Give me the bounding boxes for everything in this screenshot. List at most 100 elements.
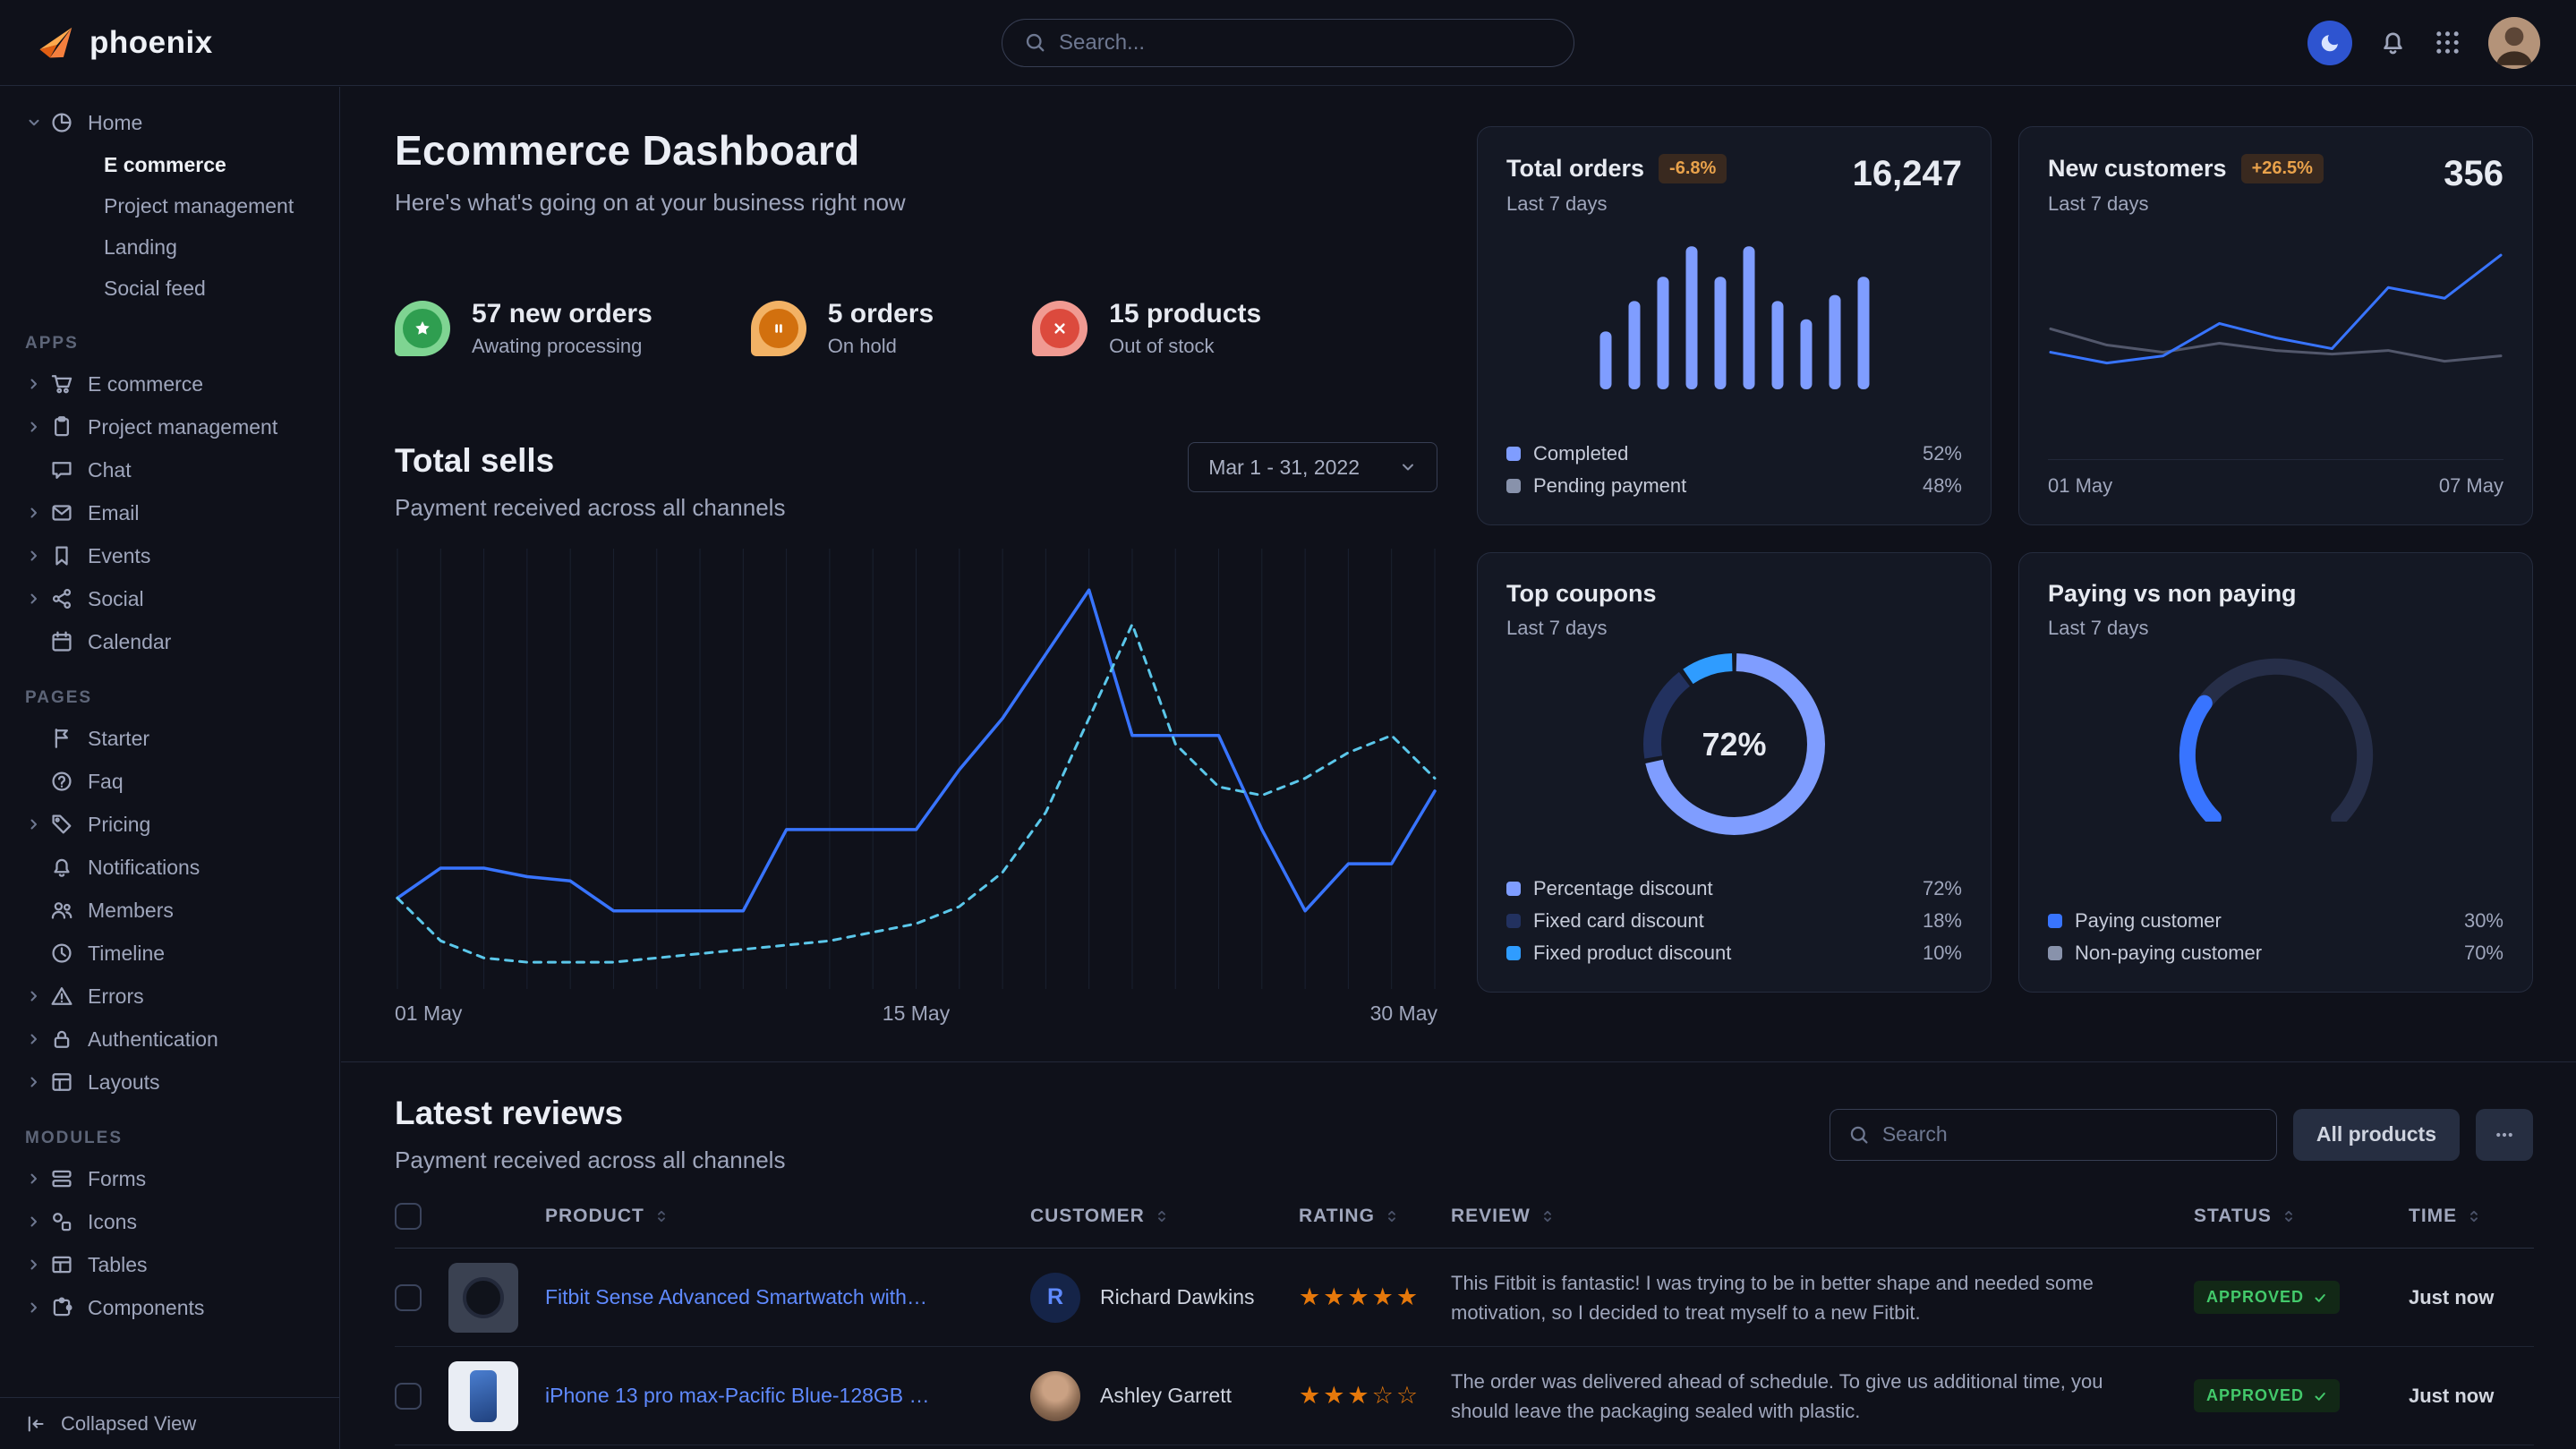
sort-icon[interactable]	[1154, 1208, 1170, 1224]
column-header-status[interactable]: STATUS	[2194, 1206, 2272, 1227]
sidebar-item-social[interactable]: Social	[0, 577, 339, 620]
table-row[interactable]: iPhone 13 pro max-Pacific Blue-128GB sto…	[395, 1347, 2534, 1445]
status-badge: APPROVED	[2194, 1281, 2340, 1314]
caret-down-icon	[25, 114, 43, 132]
legend-swatch	[1506, 447, 1521, 461]
sidebar-item-social-feed[interactable]: Social feed	[0, 268, 339, 309]
clipboard-icon	[50, 415, 73, 439]
collapsed-view-toggle[interactable]: Collapsed View	[0, 1397, 339, 1449]
table-row[interactable]: Fitbit Sense Advanced Smartwatch with To…	[395, 1249, 2534, 1347]
sidebar-item-calendar[interactable]: Calendar	[0, 620, 339, 663]
new-customers-value: 356	[2444, 154, 2503, 194]
sidebar-item-landing[interactable]: Landing	[0, 226, 339, 268]
row-checkbox[interactable]	[395, 1383, 422, 1410]
column-header-review[interactable]: REVIEW	[1451, 1206, 1531, 1227]
column-header-time[interactable]: TIME	[2409, 1206, 2457, 1227]
trend-badge: +26.5%	[2241, 154, 2324, 183]
product-link[interactable]: Fitbit Sense Advanced Smartwatch with To…	[545, 1285, 930, 1309]
sidebar-item-label: Pricing	[88, 813, 150, 837]
product-link[interactable]: iPhone 13 pro max-Pacific Blue-128GB sto…	[545, 1384, 930, 1408]
avatar-image	[2488, 17, 2540, 69]
chevron-down-icon	[1399, 458, 1417, 476]
sidebar-section-modules: MODULES	[25, 1129, 339, 1148]
search-icon	[1848, 1124, 1870, 1146]
column-header-rating[interactable]: RATING	[1299, 1206, 1375, 1227]
sidebar-item-starter[interactable]: Starter	[0, 717, 339, 760]
sidebar-item-email[interactable]: Email	[0, 491, 339, 534]
sidebar-item-errors[interactable]: Errors	[0, 975, 339, 1018]
legend-value: 30%	[2464, 909, 2503, 933]
brand[interactable]: phoenix	[36, 22, 213, 64]
sidebar-item-project-management[interactable]: Project management	[0, 405, 339, 448]
sort-icon[interactable]	[1384, 1208, 1400, 1224]
theme-toggle-button[interactable]	[2307, 21, 2352, 65]
sort-icon[interactable]	[653, 1208, 670, 1224]
date-range-select[interactable]: Mar 1 - 31, 2022	[1188, 442, 1437, 492]
ellipsis-icon	[2494, 1124, 2515, 1146]
shapes-icon	[50, 1210, 73, 1233]
legend-value: 18%	[1923, 909, 1962, 933]
sidebar-item-members[interactable]: Members	[0, 889, 339, 932]
apps-grid-button[interactable]	[2434, 29, 2461, 56]
column-header-customer[interactable]: CUSTOMER	[1030, 1206, 1145, 1227]
legend-label: Fixed product discount	[1533, 942, 1731, 965]
column-header-product[interactable]: PRODUCT	[545, 1206, 644, 1227]
sidebar-item-label: Icons	[88, 1210, 137, 1234]
sidebar-item-chat[interactable]: Chat	[0, 448, 339, 491]
calendar-icon	[50, 630, 73, 653]
caret-right-icon	[25, 547, 43, 565]
sidebar-item-ecommerce-dashboard[interactable]: E commerce	[0, 144, 339, 185]
sidebar-item-project-management-dashboard[interactable]: Project management	[0, 185, 339, 226]
dashboard-overview: Ecommerce Dashboard Here's what's going …	[395, 126, 1437, 1026]
sidebar-item-home[interactable]: Home	[0, 101, 339, 144]
more-options-button[interactable]	[2476, 1109, 2533, 1161]
sidebar-item-events[interactable]: Events	[0, 534, 339, 577]
legend-row: Fixed card discount 18%	[1506, 909, 1962, 933]
card-period: Last 7 days	[2048, 192, 2324, 216]
caret-right-icon	[25, 418, 43, 436]
phoenix-logo-icon	[36, 22, 77, 64]
table-icon	[50, 1253, 73, 1276]
stat-value: 57 new orders	[472, 299, 653, 329]
sidebar-item-notifications[interactable]: Notifications	[0, 846, 339, 889]
sidebar-item-faq[interactable]: Faq	[0, 760, 339, 803]
legend-label: Percentage discount	[1533, 877, 1713, 900]
on-hold-blob	[751, 301, 806, 356]
row-checkbox[interactable]	[395, 1284, 422, 1311]
user-avatar[interactable]	[2488, 17, 2540, 69]
sidebar-item-components[interactable]: Components	[0, 1286, 339, 1329]
total-sells-header: Total sells Payment received across all …	[395, 442, 1437, 522]
total-sells-subtitle: Payment received across all channels	[395, 494, 785, 522]
sidebar-item-authentication[interactable]: Authentication	[0, 1018, 339, 1061]
table-row[interactable]	[395, 1445, 2534, 1449]
date-range-value: Mar 1 - 31, 2022	[1208, 456, 1360, 480]
sidebar-item-tables[interactable]: Tables	[0, 1243, 339, 1286]
reviews-search-input[interactable]	[1882, 1122, 2258, 1146]
sidebar-item-label: Faq	[88, 770, 124, 794]
new-customers-line-chart	[2048, 241, 2503, 433]
sidebar-item-forms[interactable]: Forms	[0, 1157, 339, 1200]
select-all-checkbox[interactable]	[395, 1203, 422, 1230]
sidebar-item-icons[interactable]: Icons	[0, 1200, 339, 1243]
sidebar-item-label: Starter	[88, 727, 149, 751]
sidebar-item-timeline[interactable]: Timeline	[0, 932, 339, 975]
moon-icon	[2318, 31, 2341, 55]
global-search-input[interactable]	[1059, 30, 1552, 55]
notifications-button[interactable]	[2379, 29, 2407, 56]
bell-icon	[2379, 29, 2407, 56]
all-products-filter-button[interactable]: All products	[2293, 1109, 2460, 1161]
sort-icon[interactable]	[1540, 1208, 1556, 1224]
users-icon	[50, 899, 73, 922]
sidebar-item-layouts[interactable]: Layouts	[0, 1061, 339, 1104]
sidebar-item-pricing[interactable]: Pricing	[0, 803, 339, 846]
sort-icon[interactable]	[2466, 1208, 2482, 1224]
sort-icon[interactable]	[2281, 1208, 2297, 1224]
customer-name: Richard Dawkins	[1100, 1285, 1255, 1309]
grid-icon	[2434, 29, 2461, 56]
sidebar-item-label: Landing	[104, 235, 177, 260]
review-time	[2409, 1445, 2534, 1449]
card-title: Paying vs non paying	[2048, 580, 2297, 608]
sidebar-item-ecommerce[interactable]: E commerce	[0, 362, 339, 405]
caret-right-icon	[25, 504, 43, 522]
lock-icon	[50, 1027, 73, 1051]
